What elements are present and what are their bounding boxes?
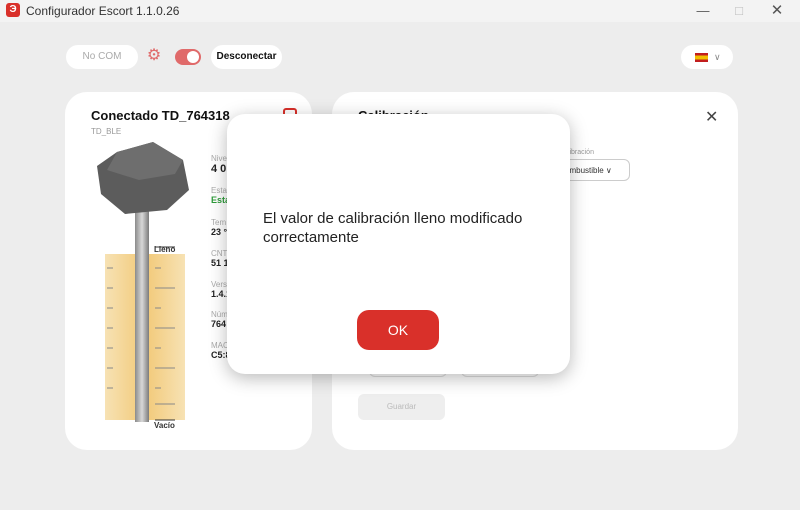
gear-icon[interactable]: ⚙ <box>144 46 164 66</box>
info-level: Nive 4 0 <box>211 154 227 175</box>
maximize-button[interactable]: □ <box>724 2 754 20</box>
language-selector[interactable]: ∨ <box>681 45 733 69</box>
info-label: Tem <box>211 218 227 227</box>
chevron-down-icon: ∨ <box>714 52 721 62</box>
fuel-sensor-illustration <box>95 140 195 430</box>
info-cnt: CNT 51 1 <box>211 249 229 268</box>
info-number: Núm 764 <box>211 310 228 329</box>
com-port-selector[interactable]: No COM <box>66 45 138 69</box>
success-dialog: El valor de calibración lleno modificado… <box>227 114 570 374</box>
select-value: ombustible <box>565 166 604 175</box>
minimize-button[interactable]: — <box>688 2 718 20</box>
connection-toggle[interactable] <box>175 49 201 65</box>
close-icon[interactable]: ✕ <box>705 107 718 127</box>
info-label: Nive <box>211 154 228 163</box>
app-logo-icon: Э <box>6 3 20 17</box>
info-value: 23 ° <box>211 227 228 237</box>
level-full-label: Lleno <box>154 245 176 254</box>
info-temperature: Tem 23 ° <box>211 218 227 237</box>
toggle-knob <box>187 51 199 63</box>
info-value: 51 1 <box>211 258 229 268</box>
es-flag-icon <box>695 53 708 62</box>
ok-button[interactable]: OK <box>357 310 439 350</box>
chevron-down-icon: ∨ <box>605 166 612 175</box>
info-value: 764 <box>211 319 227 329</box>
save-button[interactable]: Guardar <box>358 394 445 420</box>
calibration-type-select[interactable]: ombustible ∨ <box>560 159 630 181</box>
device-title: Conectado TD_764318 <box>91 108 230 123</box>
close-window-button[interactable]: ✕ <box>762 2 792 20</box>
info-label: Núm <box>211 310 228 319</box>
window-title: Configurador Escort 1.1.0.26 <box>26 4 180 18</box>
info-value: 4 0 <box>211 163 227 175</box>
disconnect-button[interactable]: Desconectar <box>211 45 282 69</box>
level-empty-label: Vacío <box>154 421 175 430</box>
dialog-message: El valor de calibración lleno modificado… <box>263 210 523 246</box>
info-label: CNT <box>211 249 228 258</box>
device-subtitle: TD_BLE <box>91 127 122 136</box>
title-bar: Э Configurador Escort 1.1.0.26 — □ ✕ <box>0 0 800 22</box>
